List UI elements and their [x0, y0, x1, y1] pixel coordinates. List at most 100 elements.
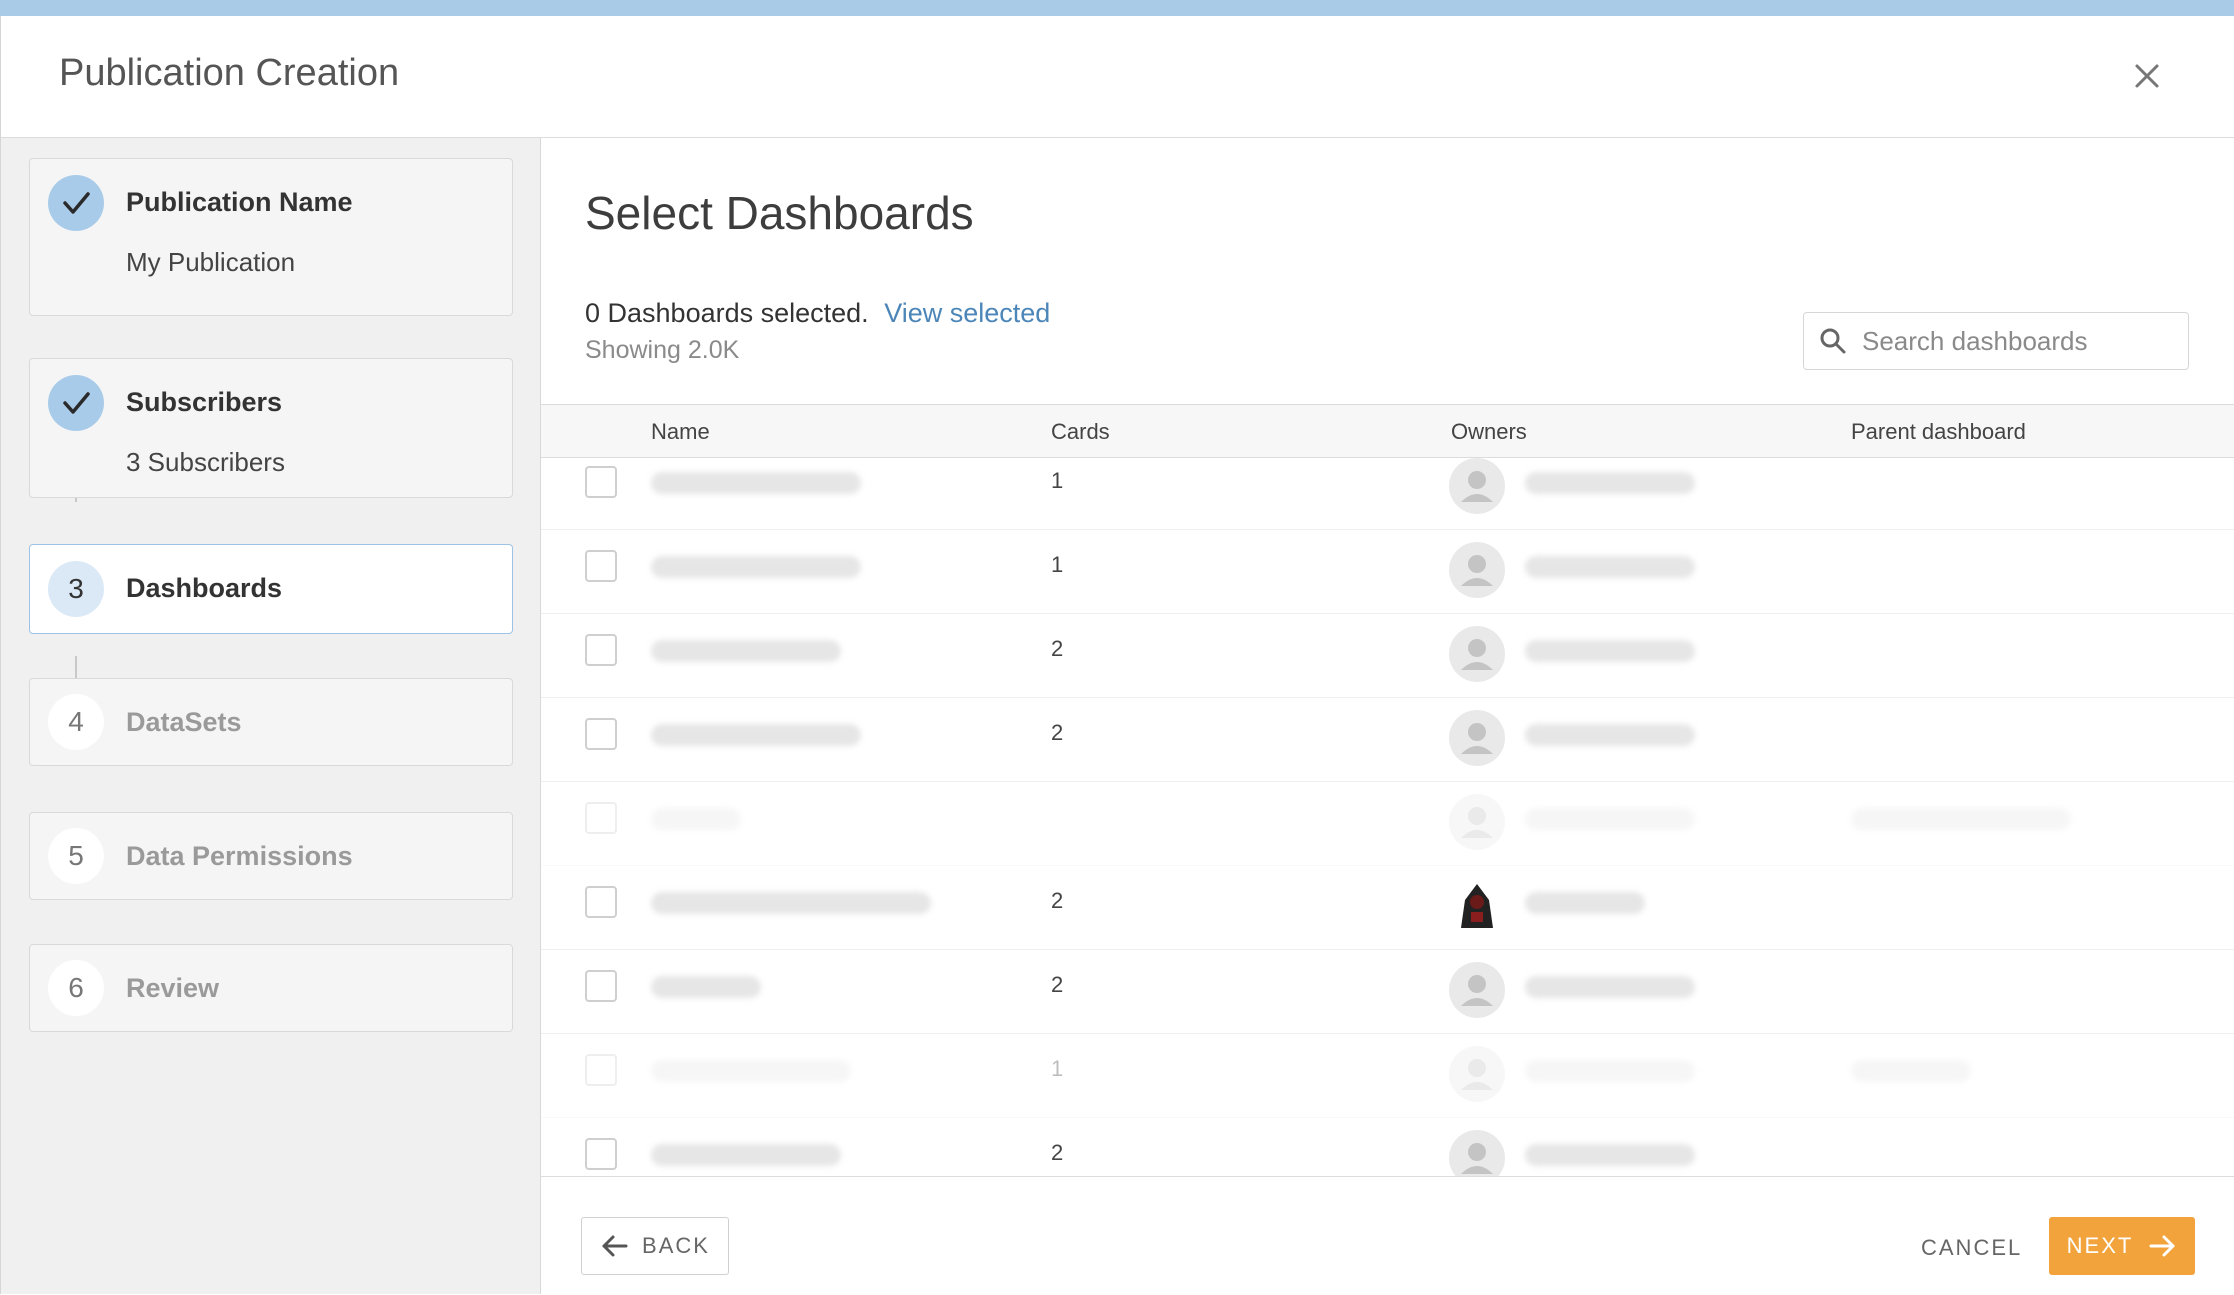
row-checkbox[interactable]: [585, 550, 617, 582]
next-button[interactable]: NEXT: [2049, 1217, 2195, 1275]
card-count: 1: [1051, 552, 1064, 577]
owner-name-redacted: [1525, 976, 1695, 998]
dashboard-name-redacted[interactable]: [651, 472, 861, 494]
search-icon: [1820, 328, 1846, 354]
step-data-permissions[interactable]: 5 Data Permissions: [29, 812, 513, 900]
modal-title: Publication Creation: [59, 52, 400, 94]
step-review[interactable]: 6 Review: [29, 944, 513, 1032]
table-header: Name Cards Owners Parent dashboard: [541, 404, 2234, 458]
table-row[interactable]: 1: [541, 530, 2234, 614]
card-count: 1: [1051, 1056, 1064, 1081]
arrow-left-icon: [602, 1235, 628, 1257]
row-checkbox[interactable]: [585, 466, 617, 498]
row-checkbox[interactable]: [585, 1138, 617, 1170]
column-header-owners[interactable]: Owners: [1451, 419, 1527, 445]
row-checkbox[interactable]: [585, 886, 617, 918]
step-label: Review: [126, 973, 220, 1003]
step-number: 3: [48, 561, 104, 617]
publication-creation-modal: Publication Creation Publication Name My…: [0, 16, 2234, 1295]
search-input[interactable]: [1860, 324, 2184, 358]
modal-header: Publication Creation: [1, 16, 2234, 138]
table-row[interactable]: 1: [541, 458, 2234, 530]
step-dashboards[interactable]: 3 Dashboards: [29, 544, 513, 634]
cancel-button[interactable]: CANCEL: [1921, 1235, 2022, 1261]
next-label: NEXT: [2066, 1233, 2134, 1258]
main-panel: Select Dashboards 0 Dashboards selected.…: [541, 138, 2234, 1295]
owner-name-redacted: [1525, 472, 1695, 494]
owner-name-redacted: [1525, 724, 1695, 746]
dashboard-name-redacted[interactable]: [651, 1144, 841, 1166]
row-checkbox[interactable]: [585, 1054, 617, 1086]
back-button[interactable]: BACK: [581, 1217, 729, 1275]
step-number: 4: [48, 694, 104, 750]
table-row[interactable]: [541, 782, 2234, 866]
step-datasets[interactable]: 4 DataSets: [29, 678, 513, 766]
selection-summary: 0 Dashboards selected. View selected: [585, 298, 1050, 329]
check-icon: [48, 375, 104, 431]
card-count: 2: [1051, 720, 1064, 745]
modal-footer: BACK CANCEL NEXT: [541, 1176, 2234, 1295]
column-header-name[interactable]: Name: [651, 419, 710, 445]
avatar: [1449, 542, 1505, 598]
avatar: [1449, 962, 1505, 1018]
search-box[interactable]: [1803, 312, 2189, 370]
column-header-parent-dashboard[interactable]: Parent dashboard: [1851, 419, 2026, 445]
steps-sidebar: Publication Name My Publication Subscrib…: [1, 138, 541, 1294]
row-checkbox[interactable]: [585, 634, 617, 666]
dashboard-name-redacted[interactable]: [651, 1060, 851, 1082]
close-icon[interactable]: [2125, 54, 2169, 98]
step-label: Subscribers: [126, 387, 283, 417]
dashboard-name-redacted[interactable]: [651, 976, 761, 998]
parent-dashboard-redacted[interactable]: [1851, 808, 2071, 830]
row-checkbox[interactable]: [585, 802, 617, 834]
table-row[interactable]: 2: [541, 866, 2234, 950]
owner-name-redacted: [1525, 556, 1695, 578]
owner-name-redacted: [1525, 892, 1645, 914]
check-icon: [48, 175, 104, 231]
owner-name-redacted: [1525, 640, 1695, 662]
table-row[interactable]: 2: [541, 698, 2234, 782]
card-count: 2: [1051, 888, 1064, 913]
step-label: Publication Name: [126, 187, 353, 217]
step-value: 3 Subscribers: [126, 447, 285, 477]
step-subscribers[interactable]: Subscribers 3 Subscribers: [29, 358, 513, 498]
owner-name-redacted: [1525, 1060, 1695, 1082]
step-label: Dashboards: [126, 573, 283, 603]
card-count: 2: [1051, 1140, 1064, 1165]
owner-name-redacted: [1525, 808, 1695, 830]
owner-name-redacted: [1525, 1144, 1695, 1166]
row-checkbox[interactable]: [585, 718, 617, 750]
avatar: [1449, 794, 1505, 850]
avatar: [1449, 710, 1505, 766]
avatar: [1449, 1130, 1505, 1178]
avatar: [1449, 1046, 1505, 1102]
dashboard-name-redacted[interactable]: [651, 724, 861, 746]
avatar: [1449, 458, 1505, 514]
step-number: 6: [48, 960, 104, 1016]
page-title: Select Dashboards: [585, 187, 974, 239]
step-number: 5: [48, 828, 104, 884]
result-count: Showing 2.0K: [585, 336, 740, 364]
avatar: [1449, 878, 1505, 934]
step-value: My Publication: [126, 247, 296, 277]
column-header-cards[interactable]: Cards: [1051, 419, 1110, 445]
back-label: BACK: [642, 1233, 710, 1258]
table-row[interactable]: 2: [541, 614, 2234, 698]
dashboard-name-redacted[interactable]: [651, 640, 841, 662]
arrow-right-icon: [2149, 1235, 2175, 1257]
card-count: 1: [1051, 468, 1064, 493]
step-label: DataSets: [126, 707, 242, 737]
table-row[interactable]: 2: [541, 1118, 2234, 1178]
dashboard-name-redacted[interactable]: [651, 892, 931, 914]
card-count: 2: [1051, 972, 1064, 997]
row-checkbox[interactable]: [585, 970, 617, 1002]
table-row[interactable]: 1: [541, 1034, 2234, 1118]
parent-dashboard-redacted[interactable]: [1851, 1060, 1971, 1082]
table-row[interactable]: 2: [541, 950, 2234, 1034]
top-strip: [0, 0, 2234, 16]
dashboard-name-redacted[interactable]: [651, 556, 861, 578]
card-count: 2: [1051, 636, 1064, 661]
dashboard-name-redacted[interactable]: [651, 808, 741, 830]
view-selected-link[interactable]: View selected: [884, 298, 1050, 328]
step-publication-name[interactable]: Publication Name My Publication: [29, 158, 513, 316]
